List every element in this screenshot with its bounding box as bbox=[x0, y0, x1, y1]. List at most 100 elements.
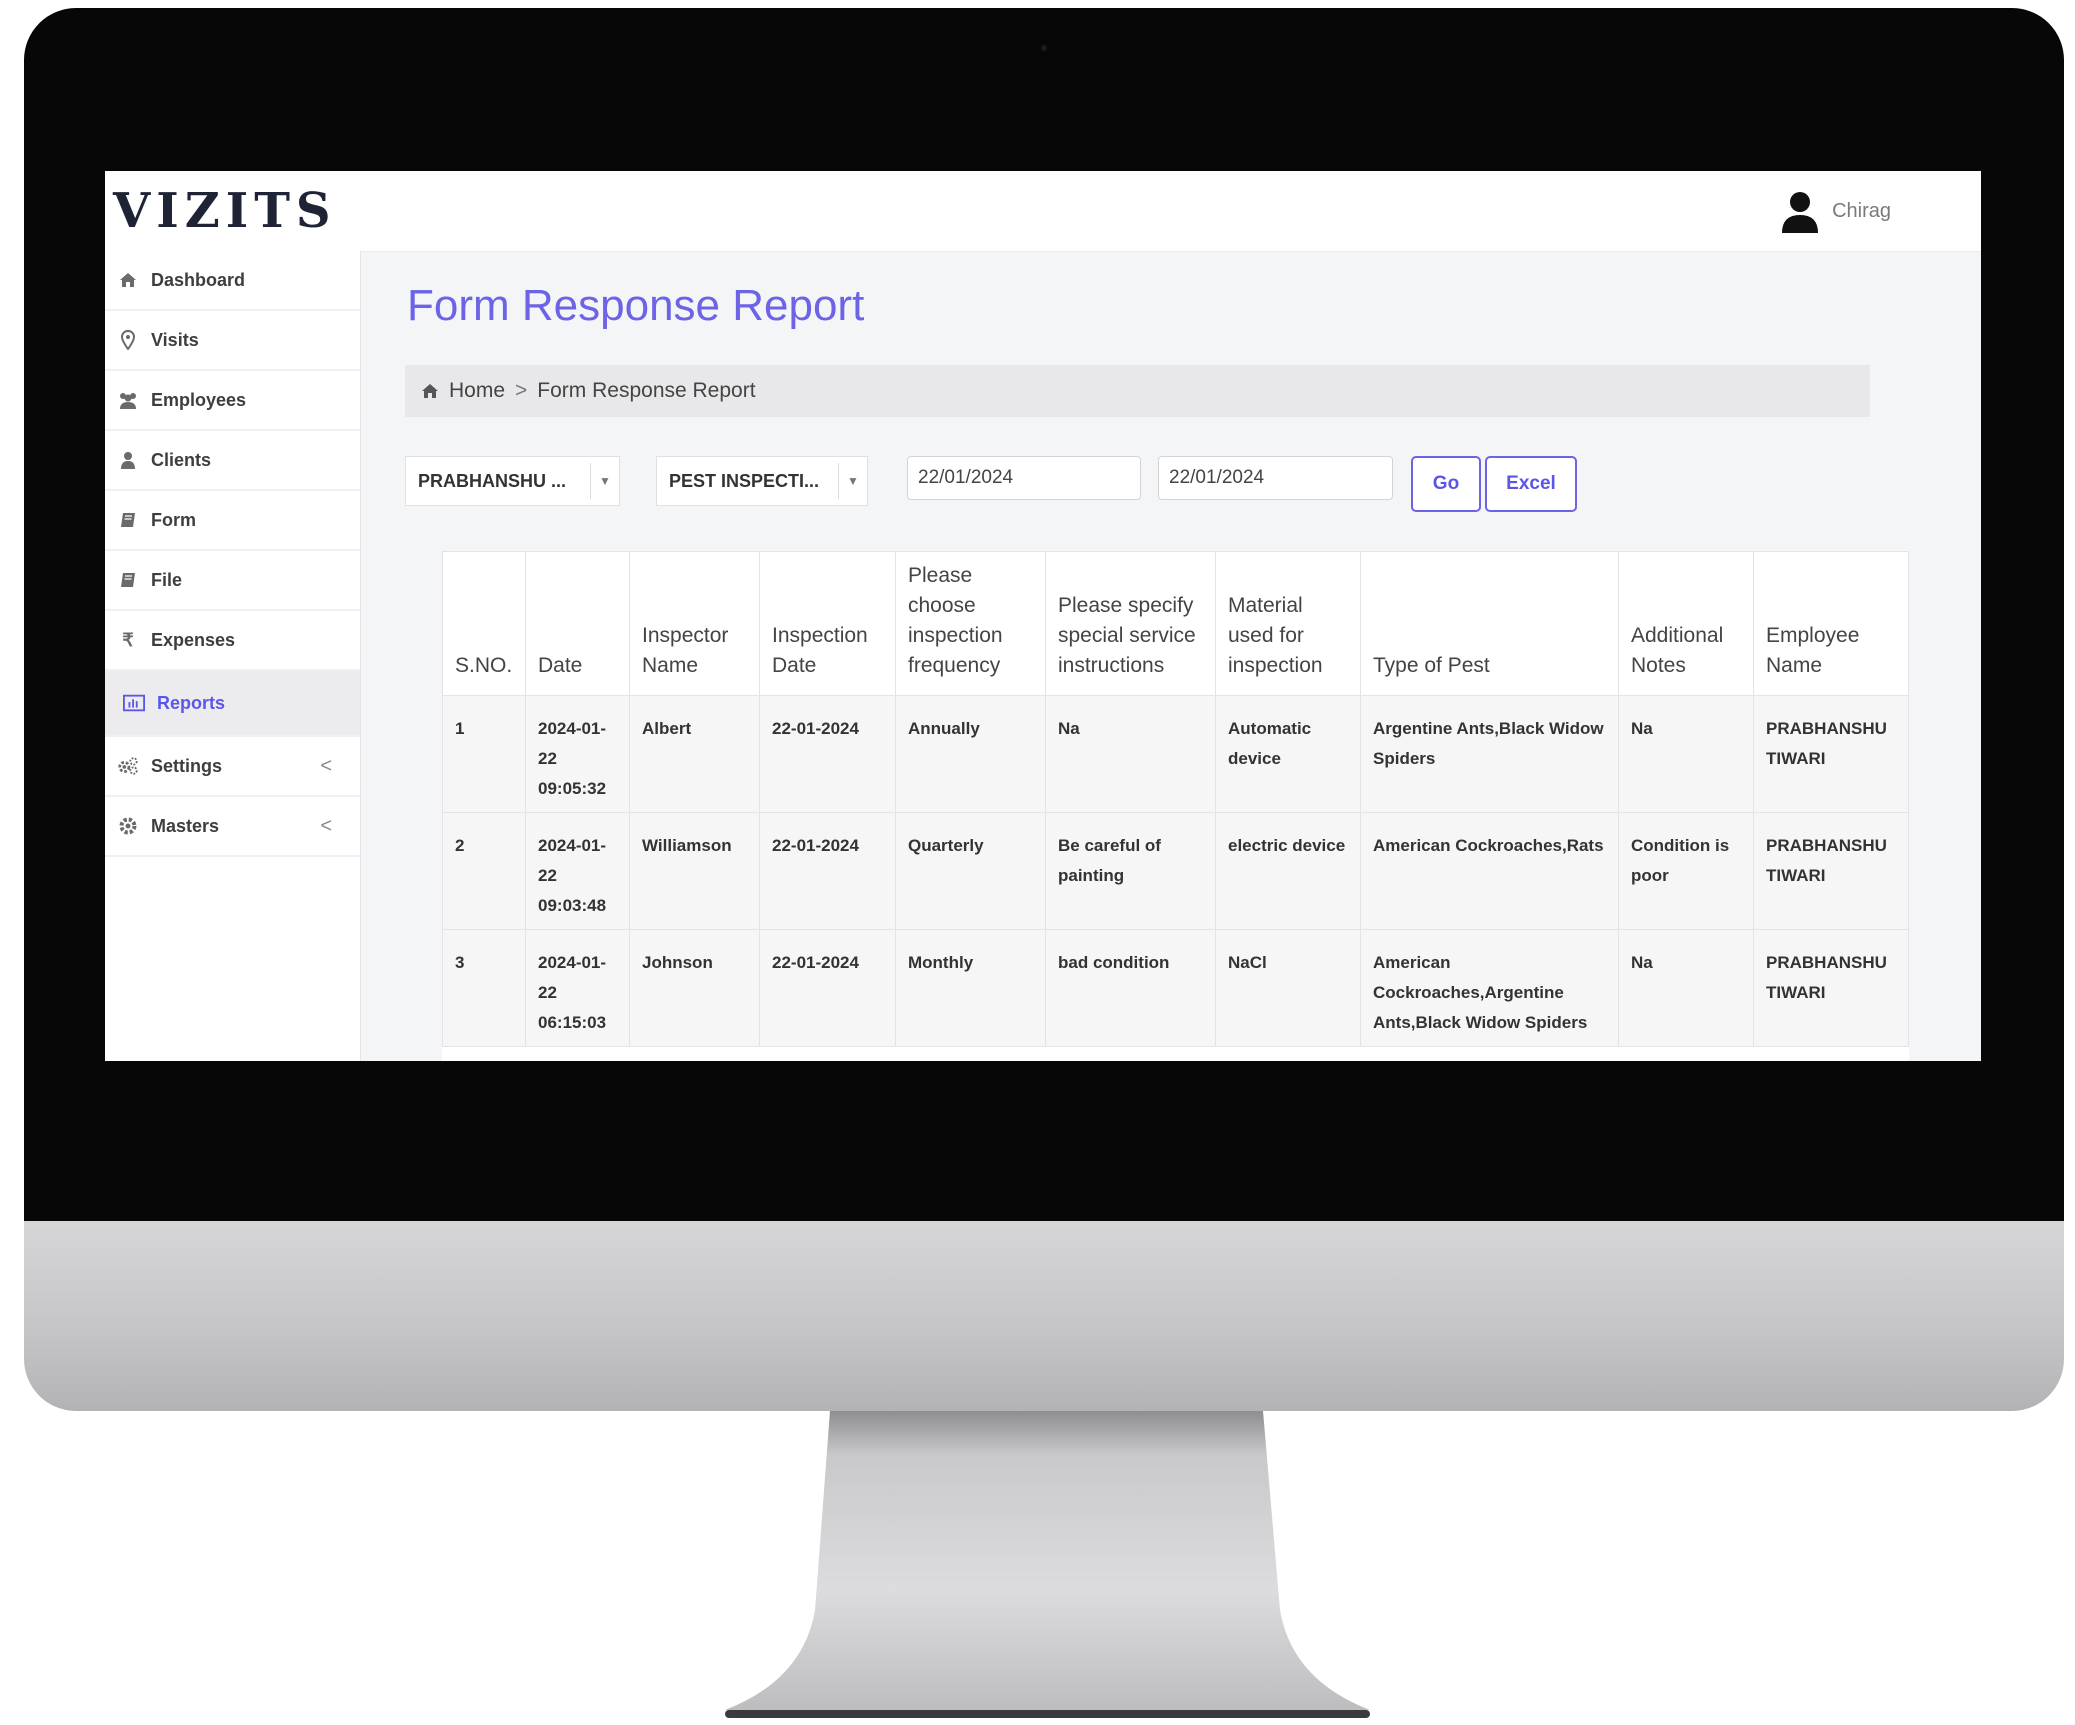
sidebar-item-form[interactable]: Form bbox=[105, 491, 360, 551]
map-pin-icon bbox=[117, 329, 139, 351]
home-icon bbox=[422, 384, 438, 398]
cell-notes: Na bbox=[1618, 929, 1754, 1047]
users-icon bbox=[117, 389, 139, 411]
employee-select-value: PRABHANSHU ... bbox=[418, 470, 567, 491]
book-icon bbox=[117, 569, 139, 591]
sidebar-item-label: Expenses bbox=[151, 629, 236, 650]
sidebar-item-label: Dashboard bbox=[151, 269, 246, 290]
column-header[interactable]: Employee Name bbox=[1753, 551, 1909, 696]
cell-date: 2024-01-22 09:05:32 bbox=[525, 695, 630, 813]
form-select[interactable]: PEST INSPECTI... ▼ bbox=[656, 456, 868, 506]
cell-sno: 3 bbox=[442, 929, 526, 1047]
sidebar-item-clients[interactable]: Clients bbox=[105, 431, 360, 491]
cell-frequency: Annually bbox=[895, 695, 1046, 813]
cell-employee-name: PRABHANSHU TIWARI bbox=[1753, 929, 1909, 1047]
sidebar-item-label: Reports bbox=[157, 692, 226, 713]
cell-inspection-date: 22-01-2024 bbox=[759, 812, 896, 930]
monitor-chin bbox=[24, 1221, 2064, 1411]
top-bar: VIZITS Chirag bbox=[105, 171, 1981, 252]
page-title: Form Response Report bbox=[407, 281, 865, 330]
column-header[interactable]: Inspection Date bbox=[759, 551, 896, 696]
cell-frequency: Quarterly bbox=[895, 812, 1046, 930]
breadcrumb: Home > Form Response Report bbox=[405, 365, 1870, 417]
sidebar-item-expenses[interactable]: ₹ Expenses bbox=[105, 611, 360, 671]
app-screen: VIZITS Chirag Dashboard Visits Employees… bbox=[105, 171, 1981, 1061]
home-icon bbox=[117, 269, 139, 291]
breadcrumb-home-link[interactable]: Home bbox=[449, 379, 505, 403]
cell-instructions: bad condition bbox=[1045, 929, 1216, 1047]
cell-notes: Na bbox=[1618, 695, 1754, 813]
sidebar-item-settings[interactable]: Settings < bbox=[105, 737, 360, 797]
cell-pest-type: Argentine Ants,Black Widow Spiders bbox=[1360, 695, 1619, 813]
cell-notes: Condition is poor bbox=[1618, 812, 1754, 930]
column-header[interactable]: Please specify special service instructi… bbox=[1045, 551, 1216, 696]
breadcrumb-current: Form Response Report bbox=[537, 379, 756, 402]
cell-material: NaCl bbox=[1215, 929, 1361, 1047]
sidebar-item-visits[interactable]: Visits bbox=[105, 311, 360, 371]
sidebar-item-label: Masters bbox=[151, 815, 220, 836]
cell-employee-name: PRABHANSHU TIWARI bbox=[1753, 812, 1909, 930]
gear-icon bbox=[117, 815, 139, 837]
sidebar-item-reports[interactable]: Reports bbox=[105, 671, 360, 737]
column-header[interactable]: Additional Notes bbox=[1618, 551, 1754, 696]
cell-employee-name: PRABHANSHU TIWARI bbox=[1753, 695, 1909, 813]
cell-inspection-date: 22-01-2024 bbox=[759, 929, 896, 1047]
sidebar-item-label: Clients bbox=[151, 449, 212, 470]
go-button[interactable]: Go bbox=[1411, 456, 1481, 512]
cell-instructions: Na bbox=[1045, 695, 1216, 813]
sidebar-item-masters[interactable]: Masters < bbox=[105, 797, 360, 857]
column-header[interactable]: Please choose inspection frequency bbox=[895, 551, 1046, 696]
chevron-left-icon: < bbox=[320, 814, 332, 837]
excel-button[interactable]: Excel bbox=[1485, 456, 1577, 512]
sidebar-item-employees[interactable]: Employees bbox=[105, 371, 360, 431]
report-table-container: S.NO. Date Inspector Name Inspection Dat… bbox=[442, 551, 1909, 1061]
report-table: S.NO. Date Inspector Name Inspection Dat… bbox=[442, 551, 1909, 1047]
cell-instructions: Be careful of painting bbox=[1045, 812, 1216, 930]
sidebar-item-label: Settings bbox=[151, 755, 223, 776]
column-header[interactable]: Type of Pest bbox=[1360, 551, 1619, 696]
cell-inspector-name: Albert bbox=[629, 695, 760, 813]
employee-select[interactable]: PRABHANSHU ... ▼ bbox=[405, 456, 620, 506]
column-header[interactable]: Date bbox=[525, 551, 630, 696]
vizits-logo[interactable]: VIZITS bbox=[113, 181, 337, 241]
cell-inspector-name: Williamson bbox=[629, 812, 760, 930]
dropdown-arrow-icon: ▼ bbox=[590, 463, 619, 499]
sidebar: Dashboard Visits Employees Clients Form bbox=[105, 251, 361, 1061]
cell-sno: 2 bbox=[442, 812, 526, 930]
user-icon bbox=[117, 449, 139, 471]
cell-pest-type: American Cockroaches,Argentine Ants,Blac… bbox=[1360, 929, 1619, 1047]
book-icon bbox=[117, 509, 139, 531]
cell-date: 2024-01-22 09:03:48 bbox=[525, 812, 630, 930]
sidebar-item-label: File bbox=[151, 569, 183, 590]
column-header[interactable]: Inspector Name bbox=[629, 551, 760, 696]
table-row[interactable]: 3 2024-01-22 06:15:03 Johnson 22-01-2024… bbox=[442, 929, 1909, 1047]
cell-material: electric device bbox=[1215, 812, 1361, 930]
bar-chart-icon bbox=[123, 692, 145, 714]
cell-inspector-name: Johnson bbox=[629, 929, 760, 1047]
breadcrumb-separator: > bbox=[515, 379, 528, 402]
rupee-icon: ₹ bbox=[122, 629, 134, 650]
sidebar-item-file[interactable]: File bbox=[105, 551, 360, 611]
user-menu[interactable]: Chirag bbox=[1780, 189, 1891, 233]
table-header-row: S.NO. Date Inspector Name Inspection Dat… bbox=[442, 551, 1909, 696]
to-date-input[interactable]: 22/01/2024 bbox=[1158, 456, 1393, 500]
sidebar-item-label: Form bbox=[151, 509, 196, 530]
user-avatar-icon bbox=[1782, 192, 1819, 233]
sidebar-item-dashboard[interactable]: Dashboard bbox=[105, 251, 360, 311]
cell-sno: 1 bbox=[442, 695, 526, 813]
sidebar-item-label: Employees bbox=[151, 389, 247, 410]
cell-material: Automatic device bbox=[1215, 695, 1361, 813]
table-row[interactable]: 1 2024-01-22 09:05:32 Albert 22-01-2024 … bbox=[442, 695, 1909, 813]
chevron-left-icon: < bbox=[320, 754, 332, 777]
cell-date: 2024-01-22 06:15:03 bbox=[525, 929, 630, 1047]
gears-icon bbox=[117, 755, 139, 777]
cell-inspection-date: 22-01-2024 bbox=[759, 695, 896, 813]
table-row[interactable]: 2 2024-01-22 09:03:48 Williamson 22-01-2… bbox=[442, 812, 1909, 930]
sidebar-item-label: Visits bbox=[151, 329, 199, 350]
cell-pest-type: American Cockroaches,Rats bbox=[1360, 812, 1619, 930]
column-header[interactable]: S.NO. bbox=[442, 551, 526, 696]
column-header[interactable]: Material used for inspection bbox=[1215, 551, 1361, 696]
from-date-input[interactable]: 22/01/2024 bbox=[907, 456, 1141, 500]
form-select-value: PEST INSPECTI... bbox=[669, 470, 820, 491]
cell-frequency: Monthly bbox=[895, 929, 1046, 1047]
